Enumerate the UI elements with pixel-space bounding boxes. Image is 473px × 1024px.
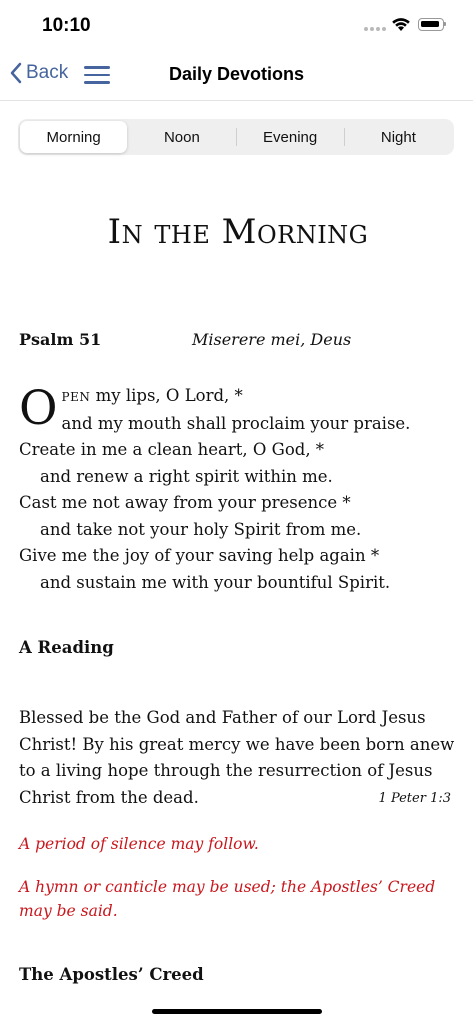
psalm-line: Cast me not away from your presence *: [19, 493, 351, 512]
creed-heading: The Apostles’ Creed: [19, 965, 204, 984]
segment-noon[interactable]: Noon: [128, 121, 235, 153]
psalm-line: O PEN my lips, O Lord, *: [19, 383, 457, 432]
psalm-line: and my mouth shall proclaim your praise.: [61, 413, 411, 433]
small-caps-word: PEN: [61, 390, 91, 404]
psalm-latin-title: Miserere mei, Deus: [192, 330, 352, 349]
psalm-line: and take not your holy Spirit from me.: [40, 519, 362, 539]
psalm-line: and renew a right spirit within me.: [40, 466, 333, 486]
battery-icon: [418, 18, 446, 31]
cellular-signal-icon: [364, 27, 386, 31]
status-bar: 10:10: [0, 0, 473, 50]
rubric-silence: A period of silence may follow.: [19, 835, 259, 853]
office-title: In the Morning: [107, 212, 369, 252]
psalm-number: Psalm 51: [19, 330, 102, 349]
segment-morning[interactable]: Morning: [20, 121, 128, 153]
psalm-line-text: my lips, O Lord, *: [90, 386, 243, 405]
segment-evening[interactable]: Evening: [237, 121, 344, 153]
reading-heading: A Reading: [19, 638, 114, 657]
psalm-line: Give me the joy of your saving help agai…: [19, 546, 380, 565]
status-time: 10:10: [42, 15, 91, 36]
navigation-bar: Back Daily Devotions: [0, 52, 473, 101]
psalm-line: and sustain me with your bountiful Spiri…: [40, 572, 391, 592]
home-indicator[interactable]: [152, 1009, 322, 1014]
page-title: Daily Devotions: [168, 64, 305, 84]
wifi-icon: [392, 18, 410, 31]
psalm-text: O PEN my lips, O Lord, * and my mouth sha…: [19, 383, 457, 596]
rubric-hymn: A hymn or canticle may be used; the Apos…: [19, 878, 436, 920]
psalm-line: Create in me a clean heart, O God, *: [19, 440, 325, 459]
dropcap: O: [19, 381, 58, 436]
office-segmented-control: Morning Noon Evening Night: [18, 119, 454, 155]
reading-citation: 1 Peter 1:3: [378, 791, 451, 806]
segment-night[interactable]: Night: [345, 121, 452, 153]
